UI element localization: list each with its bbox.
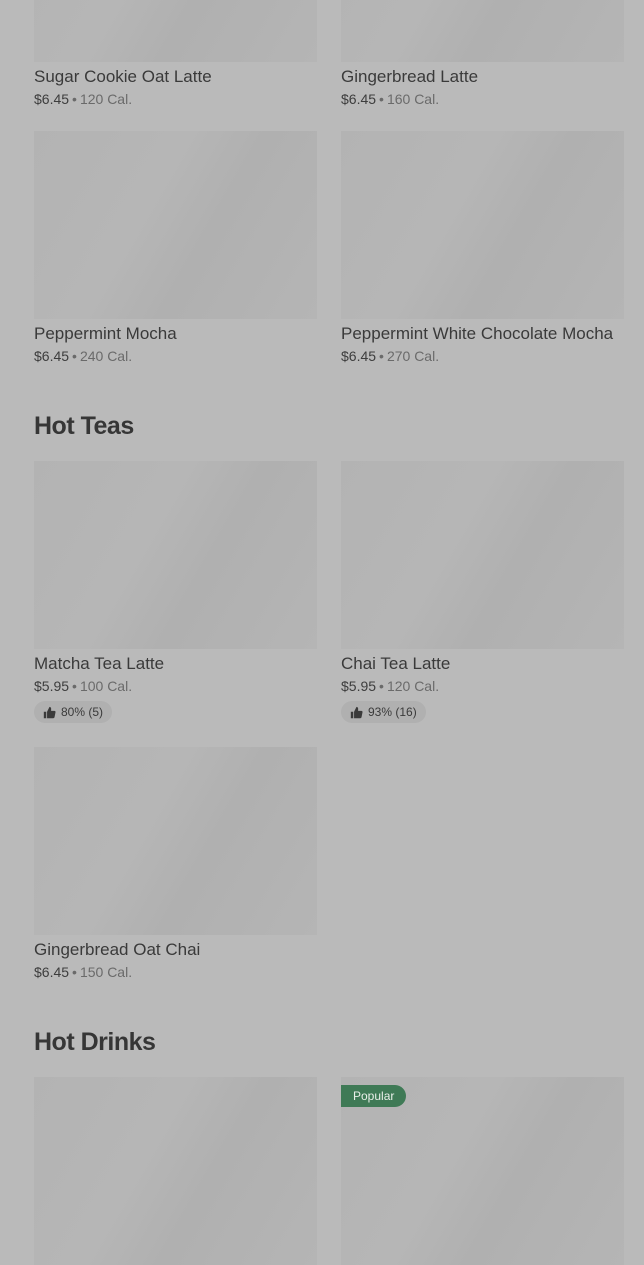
menu-item-peppermint-mocha[interactable]: Peppermint Mocha $6.45 • 240 Cal. — [34, 131, 317, 364]
item-price: $6.45 — [34, 91, 70, 107]
separator: • — [72, 678, 77, 694]
item-name: Gingerbread Latte — [341, 67, 479, 86]
item-name: Peppermint Mocha — [34, 324, 177, 343]
item-image — [34, 747, 317, 935]
separator: • — [72, 348, 77, 364]
item-meta: $5.95 • 120 Cal. — [341, 678, 624, 694]
item-calories: 120 Cal. — [386, 678, 440, 694]
menu-item-gingerbread-latte[interactable]: Gingerbread Latte $6.45 • 160 Cal. — [341, 0, 624, 107]
separator: • — [72, 91, 77, 107]
item-image — [34, 131, 317, 319]
item-image — [341, 131, 624, 319]
section-title-hot-drinks: Hot Drinks — [34, 1028, 156, 1056]
item-name: Chai Tea Latte — [341, 654, 451, 673]
item-price: $6.45 — [341, 348, 377, 364]
menu-item-chai-tea-latte[interactable]: Chai Tea Latte $5.95 • 120 Cal. 93% (16) — [341, 461, 624, 724]
thumbs-up-icon — [43, 706, 56, 718]
item-meta: $6.45 • 150 Cal. — [34, 964, 317, 980]
item-calories: 100 Cal. — [79, 678, 133, 694]
menu-item-sugar-cookie-oat-latte[interactable]: Sugar Cookie Oat Latte $6.45 • 120 Cal. — [34, 0, 317, 107]
rating-badge: 80% (5) — [34, 701, 113, 723]
item-meta: $6.45 • 120 Cal. — [34, 91, 317, 107]
item-image — [34, 0, 317, 62]
item-name: Gingerbread Oat Chai — [34, 940, 201, 959]
menu-item-hot-drink-1[interactable] — [34, 1077, 317, 1265]
menu-item-hot-drink-2[interactable]: Popular — [341, 1077, 624, 1265]
separator: • — [72, 964, 77, 980]
menu-item-matcha-tea-latte[interactable]: Matcha Tea Latte $5.95 • 100 Cal. 80% (5) — [34, 461, 317, 724]
item-meta: $5.95 • 100 Cal. — [34, 678, 317, 694]
item-image — [34, 1077, 317, 1265]
item-image: Popular — [341, 1077, 624, 1265]
rating-badge: 93% (16) — [341, 701, 426, 723]
item-price: $5.95 — [34, 678, 70, 694]
item-name: Peppermint White Chocolate Mocha — [341, 324, 614, 343]
separator: • — [379, 348, 384, 364]
item-price: $5.95 — [341, 678, 377, 694]
item-image — [341, 0, 624, 62]
item-meta: $6.45 • 240 Cal. — [34, 348, 317, 364]
separator: • — [379, 678, 384, 694]
rating-text: 93% (16) — [368, 705, 417, 719]
item-image — [34, 461, 317, 649]
item-calories: 160 Cal. — [386, 91, 440, 107]
item-name: Matcha Tea Latte — [34, 654, 165, 673]
popular-badge: Popular — [341, 1085, 407, 1107]
item-price: $6.45 — [34, 348, 70, 364]
item-calories: 240 Cal. — [79, 348, 133, 364]
item-image — [341, 461, 624, 649]
item-name: Sugar Cookie Oat Latte — [34, 67, 212, 86]
item-calories: 120 Cal. — [79, 91, 133, 107]
item-calories: 150 Cal. — [79, 964, 133, 980]
item-price: $6.45 — [34, 964, 70, 980]
rating-text: 80% (5) — [61, 705, 104, 719]
section-title-hot-teas: Hot Teas — [34, 412, 134, 440]
item-calories: 270 Cal. — [386, 348, 440, 364]
thumbs-up-icon — [350, 706, 363, 718]
item-price: $6.45 — [341, 91, 377, 107]
item-meta: $6.45 • 270 Cal. — [341, 348, 624, 364]
separator: • — [379, 91, 384, 107]
menu-item-peppermint-white-chocolate-mocha[interactable]: Peppermint White Chocolate Mocha $6.45 • 2… — [341, 131, 624, 364]
menu-item-gingerbread-oat-chai[interactable]: Gingerbread Oat Chai $6.45 • 150 Cal. — [34, 747, 317, 980]
item-meta: $6.45 • 160 Cal. — [341, 91, 624, 107]
